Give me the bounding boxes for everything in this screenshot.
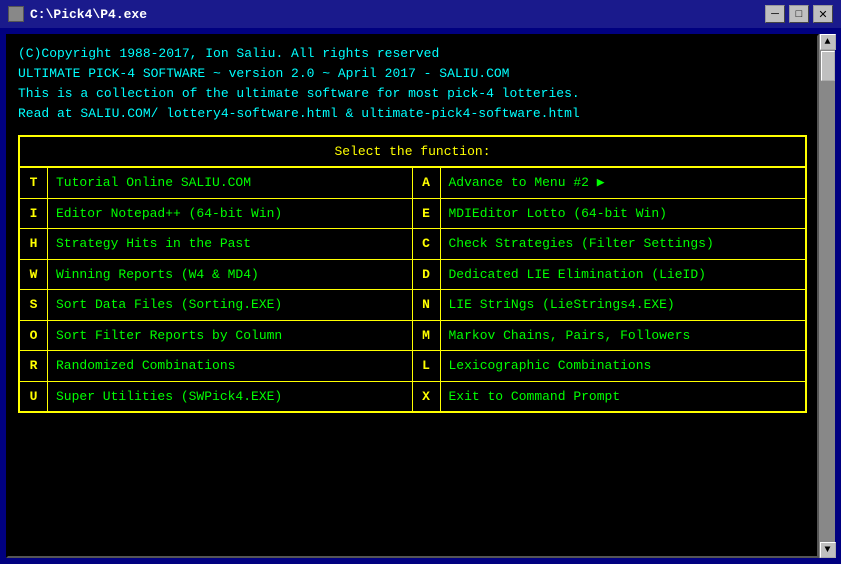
menu-item-L[interactable]: L Lexicographic Combinations bbox=[413, 351, 806, 382]
menu-grid: T Tutorial Online SALIU.COM A Advance to… bbox=[20, 168, 805, 411]
menu-label-R: Randomized Combinations bbox=[48, 351, 243, 381]
menu-label-X: Exit to Command Prompt bbox=[441, 382, 629, 412]
menu-label-N: LIE StriNgs (LieStrings4.EXE) bbox=[441, 290, 683, 320]
close-button[interactable]: ✕ bbox=[813, 5, 833, 23]
menu-item-R[interactable]: R Randomized Combinations bbox=[20, 351, 413, 382]
menu-box: Select the function: T Tutorial Online S… bbox=[18, 135, 807, 414]
menu-label-I: Editor Notepad++ (64-bit Win) bbox=[48, 199, 290, 229]
header-line4: Read at SALIU.COM/ lottery4-software.htm… bbox=[18, 104, 807, 124]
header-line3: This is a collection of the ultimate sof… bbox=[18, 84, 807, 104]
header-line2: ULTIMATE PICK-4 SOFTWARE ~ version 2.0 ~… bbox=[18, 64, 807, 84]
scroll-track bbox=[820, 50, 835, 542]
menu-item-T[interactable]: T Tutorial Online SALIU.COM bbox=[20, 168, 413, 199]
menu-label-O: Sort Filter Reports by Column bbox=[48, 321, 290, 351]
menu-label-H: Strategy Hits in the Past bbox=[48, 229, 259, 259]
menu-item-U[interactable]: U Super Utilities (SWPick4.EXE) bbox=[20, 382, 413, 412]
menu-label-D: Dedicated LIE Elimination (LieID) bbox=[441, 260, 714, 290]
menu-key-I: I bbox=[20, 199, 48, 229]
maximize-button[interactable]: □ bbox=[789, 5, 809, 23]
menu-item-E[interactable]: E MDIEditor Lotto (64-bit Win) bbox=[413, 199, 806, 230]
menu-label-T: Tutorial Online SALIU.COM bbox=[48, 168, 259, 198]
menu-item-O[interactable]: O Sort Filter Reports by Column bbox=[20, 321, 413, 352]
menu-key-X: X bbox=[413, 382, 441, 412]
menu-item-M[interactable]: M Markov Chains, Pairs, Followers bbox=[413, 321, 806, 352]
scrollbar[interactable]: ▲ ▼ bbox=[819, 34, 835, 558]
menu-key-T: T bbox=[20, 168, 48, 198]
console: (C)Copyright 1988-2017, Ion Saliu. All r… bbox=[6, 34, 819, 558]
menu-item-D[interactable]: D Dedicated LIE Elimination (LieID) bbox=[413, 260, 806, 291]
menu-key-W: W bbox=[20, 260, 48, 290]
scroll-down-button[interactable]: ▼ bbox=[820, 542, 836, 558]
console-header: (C)Copyright 1988-2017, Ion Saliu. All r… bbox=[18, 44, 807, 125]
menu-item-S[interactable]: S Sort Data Files (Sorting.EXE) bbox=[20, 290, 413, 321]
menu-key-R: R bbox=[20, 351, 48, 381]
menu-item-H[interactable]: H Strategy Hits in the Past bbox=[20, 229, 413, 260]
menu-item-N[interactable]: N LIE StriNgs (LieStrings4.EXE) bbox=[413, 290, 806, 321]
menu-key-E: E bbox=[413, 199, 441, 229]
menu-label-U: Super Utilities (SWPick4.EXE) bbox=[48, 382, 290, 412]
menu-key-A: A bbox=[413, 168, 441, 198]
window-content: (C)Copyright 1988-2017, Ion Saliu. All r… bbox=[0, 28, 841, 564]
menu-key-O: O bbox=[20, 321, 48, 351]
menu-item-W[interactable]: W Winning Reports (W4 & MD4) bbox=[20, 260, 413, 291]
header-line1: (C)Copyright 1988-2017, Ion Saliu. All r… bbox=[18, 44, 807, 64]
menu-item-I[interactable]: I Editor Notepad++ (64-bit Win) bbox=[20, 199, 413, 230]
window-controls: ─ □ ✕ bbox=[765, 5, 833, 23]
menu-label-A: Advance to Menu #2 ▶ bbox=[441, 168, 613, 198]
menu-label-M: Markov Chains, Pairs, Followers bbox=[441, 321, 699, 351]
menu-label-C: Check Strategies (Filter Settings) bbox=[441, 229, 722, 259]
minimize-button[interactable]: ─ bbox=[765, 5, 785, 23]
menu-item-A[interactable]: A Advance to Menu #2 ▶ bbox=[413, 168, 806, 199]
menu-key-C: C bbox=[413, 229, 441, 259]
menu-label-L: Lexicographic Combinations bbox=[441, 351, 660, 381]
menu-key-S: S bbox=[20, 290, 48, 320]
scroll-thumb[interactable] bbox=[821, 51, 835, 81]
menu-item-X[interactable]: X Exit to Command Prompt bbox=[413, 382, 806, 412]
menu-label-E: MDIEditor Lotto (64-bit Win) bbox=[441, 199, 675, 229]
menu-key-M: M bbox=[413, 321, 441, 351]
menu-item-C[interactable]: C Check Strategies (Filter Settings) bbox=[413, 229, 806, 260]
window-icon bbox=[8, 6, 24, 22]
menu-key-N: N bbox=[413, 290, 441, 320]
title-bar: C:\Pick4\P4.exe ─ □ ✕ bbox=[0, 0, 841, 28]
menu-key-L: L bbox=[413, 351, 441, 381]
scroll-up-button[interactable]: ▲ bbox=[820, 34, 836, 50]
menu-key-H: H bbox=[20, 229, 48, 259]
menu-label-W: Winning Reports (W4 & MD4) bbox=[48, 260, 267, 290]
menu-label-S: Sort Data Files (Sorting.EXE) bbox=[48, 290, 290, 320]
window-title: C:\Pick4\P4.exe bbox=[30, 7, 765, 22]
menu-key-D: D bbox=[413, 260, 441, 290]
menu-title: Select the function: bbox=[20, 137, 805, 169]
menu-key-U: U bbox=[20, 382, 48, 412]
